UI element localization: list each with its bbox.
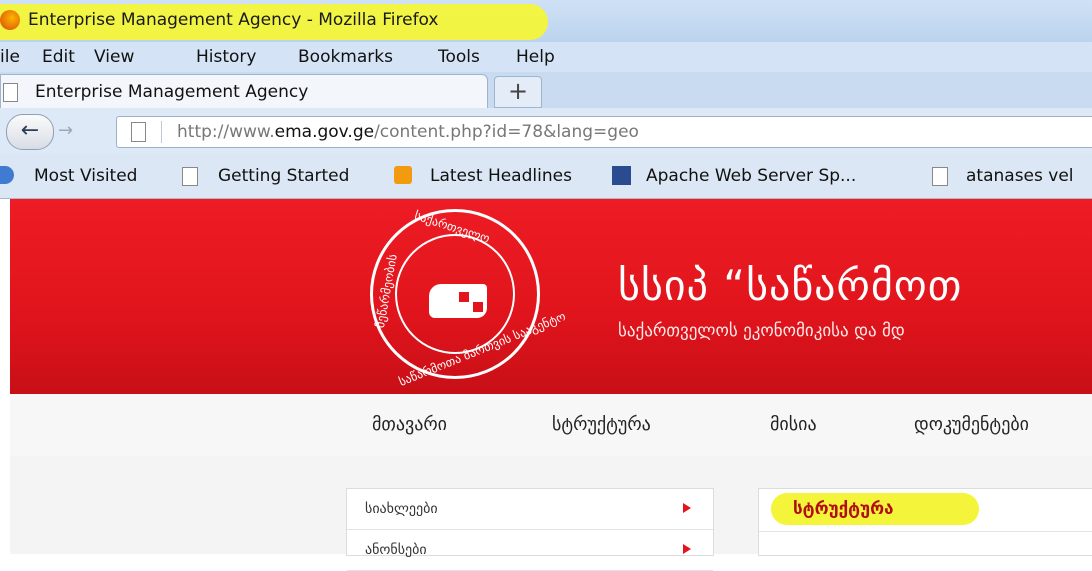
back-button[interactable]: ←: [6, 114, 54, 150]
url-bar[interactable]: http://www.ema.gov.ge/content.php?id=78&…: [116, 116, 1092, 148]
page-icon: [131, 122, 146, 142]
menu-edit[interactable]: Edit: [42, 47, 75, 67]
arrow-right-icon: [683, 544, 691, 554]
url-path: /content.php?id=78&lang=geo: [374, 122, 639, 142]
site-main-nav: მთავარი სტრუქტურა მისია დოკუმენტები: [10, 394, 1092, 457]
tab-label: Enterprise Management Agency: [35, 82, 309, 102]
site-subtitle: საქართველოს ეკონომიკისა და მდ: [618, 321, 905, 341]
menu-bar: ile Edit View History Bookmarks Tools He…: [0, 42, 1092, 72]
bookmark-getting-started[interactable]: Getting Started: [218, 166, 349, 186]
content-header: სტრუქტურა: [759, 489, 1092, 532]
agency-seal-logo[interactable]: საქართველო მეწარმეობის საწარმოთა მართვის…: [370, 208, 568, 389]
bookmark-most-visited[interactable]: Most Visited: [34, 166, 137, 186]
page-icon: [3, 83, 18, 102]
site-header-banner: საქართველო მეწარმეობის საწარმოთა მართვის…: [10, 199, 1092, 394]
url-host: ema.gov.ge: [274, 122, 375, 142]
flag-cross-icon: [459, 292, 469, 302]
menu-help[interactable]: Help: [516, 47, 555, 67]
window-title-bar: Enterprise Management Agency - Mozilla F…: [0, 0, 1092, 42]
window-title: Enterprise Management Agency - Mozilla F…: [28, 10, 439, 30]
page-icon: [932, 167, 948, 186]
sidebar-item-label: სიახლეები: [365, 501, 438, 517]
tab-active[interactable]: Enterprise Management Agency: [0, 74, 488, 109]
sidebar-menu: სიახლეები ანონსები: [346, 488, 714, 571]
page-icon: [182, 167, 198, 186]
bookmarks-toolbar: Most Visited Getting Started Latest Head…: [0, 154, 1092, 199]
content-heading: სტრუქტურა: [793, 499, 894, 519]
sidebar-item-announcements[interactable]: ანონსები: [347, 530, 713, 571]
arrow-right-icon: [683, 503, 691, 513]
firefox-icon: [0, 10, 20, 30]
url-text[interactable]: http://www.ema.gov.ge/content.php?id=78&…: [177, 122, 639, 142]
nav-mission[interactable]: მისია: [770, 414, 817, 435]
url-prefix: http://www.: [177, 122, 275, 142]
site-title: სსიპ “საწარმოთ: [618, 261, 963, 310]
bookmark-apache[interactable]: Apache Web Server Sp...: [646, 166, 856, 186]
forward-button[interactable]: →: [58, 120, 98, 142]
content-panel: სტრუქტურა: [758, 488, 1092, 556]
menu-history[interactable]: History: [196, 47, 256, 67]
menu-tools[interactable]: Tools: [438, 47, 480, 67]
most-visited-icon: [0, 166, 14, 184]
flag-cross-icon: [473, 302, 483, 312]
seal-inner-ring: [395, 234, 515, 354]
nav-home[interactable]: მთავარი: [372, 414, 447, 435]
tab-bar: Enterprise Management Agency +: [0, 72, 1092, 109]
menu-bookmarks[interactable]: Bookmarks: [298, 47, 393, 67]
navigation-bar: ← → http://www.ema.gov.ge/content.php?id…: [0, 108, 1092, 154]
rss-feed-icon: [394, 166, 412, 184]
bookmark-latest-headlines[interactable]: Latest Headlines: [430, 166, 572, 186]
menu-file[interactable]: ile: [0, 47, 20, 67]
sidebar-item-label: ანონსები: [365, 542, 427, 558]
sidebar-item-news[interactable]: სიახლეები: [347, 489, 713, 530]
menu-view[interactable]: View: [94, 47, 134, 67]
georgia-map-icon: [429, 284, 487, 318]
apache-feather-icon: [612, 166, 631, 185]
new-tab-button[interactable]: +: [494, 76, 542, 108]
bookmark-atanases[interactable]: atanases vel: [966, 166, 1074, 186]
url-separator: [161, 121, 162, 143]
nav-structure[interactable]: სტრუქტურა: [552, 414, 651, 435]
nav-documents[interactable]: დოკუმენტები: [914, 414, 1029, 435]
